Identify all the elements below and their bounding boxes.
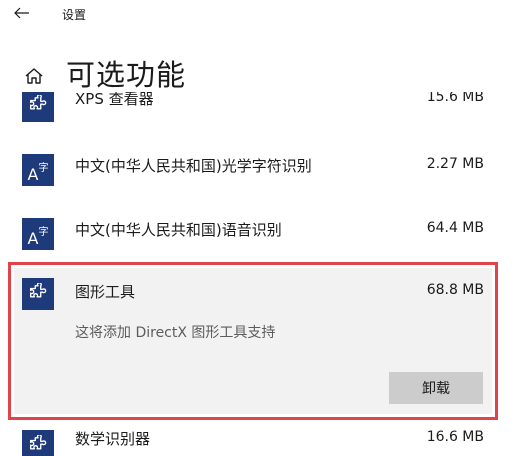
page-title: 可选功能 — [66, 58, 187, 92]
uninstall-button[interactable]: 卸载 — [389, 372, 483, 404]
feature-name: 中文(中华人民共和国)光学字符识别 — [75, 157, 312, 175]
feature-name: 图形工具 — [75, 283, 136, 301]
list-item[interactable]: 数学识别器 16.6 MB — [8, 422, 498, 456]
language-icon-letter: A — [27, 164, 39, 184]
title-bar: 设置 — [0, 0, 527, 28]
feature-name: XPS 查看器 — [75, 92, 154, 108]
puzzle-icon — [22, 278, 54, 310]
puzzle-icon — [22, 92, 54, 122]
page-header: 可选功能 — [0, 52, 527, 92]
language-icon-char: 字 — [38, 226, 49, 238]
feature-size: 2.27 MB — [426, 156, 484, 172]
app-title: 设置 — [62, 8, 87, 22]
home-icon[interactable] — [24, 66, 44, 86]
feature-description: 这将添加 DirectX 图形工具支持 — [75, 325, 276, 341]
puzzle-icon — [22, 430, 54, 456]
language-icon-char: 字 — [38, 162, 49, 174]
feature-size: 68.8 MB — [426, 282, 484, 298]
feature-name: 中文(中华人民共和国)语音识别 — [75, 221, 282, 239]
feature-size: 16.6 MB — [426, 429, 484, 445]
language-icon: A字 — [22, 218, 54, 250]
language-icon-letter: A — [27, 228, 39, 248]
feature-name: 数学识别器 — [75, 430, 151, 448]
list-item[interactable]: A字 中文(中华人民共和国)光学字符识别 2.27 MB — [8, 140, 498, 196]
list-item[interactable]: A字 中文(中华人民共和国)语音识别 64.4 MB — [8, 204, 498, 260]
language-icon: A字 — [22, 154, 54, 186]
feature-size: 15.6 MB — [426, 92, 484, 105]
list-item[interactable]: XPS 查看器 15.6 MB — [8, 92, 498, 128]
back-arrow-icon — [14, 7, 29, 19]
feature-size: 64.4 MB — [426, 220, 484, 236]
back-button[interactable] — [8, 2, 36, 24]
